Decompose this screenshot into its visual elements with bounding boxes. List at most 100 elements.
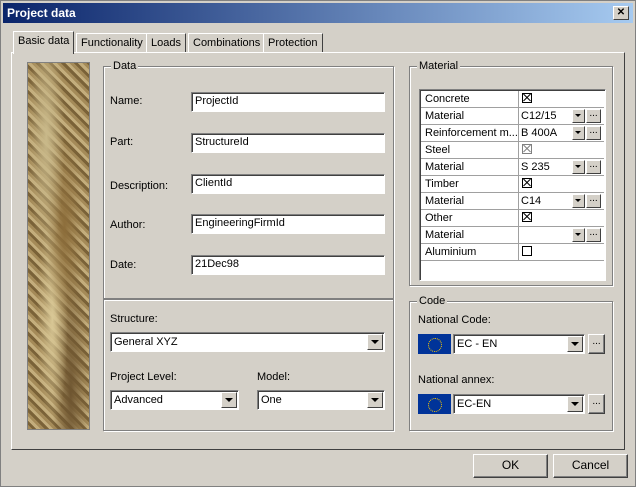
decorative-artwork-image [27, 62, 90, 430]
grid-separator [518, 91, 519, 108]
model-value: One [261, 394, 282, 406]
cancel-button[interactable]: Cancel [553, 454, 628, 478]
description-field[interactable]: ClientId [191, 174, 385, 194]
material-checkbox [522, 144, 532, 154]
material-row-label: Steel [425, 144, 451, 156]
grid-separator [518, 159, 519, 176]
code-group: Code National Code: EC - EN ... National… [409, 295, 613, 431]
tab-protection[interactable]: Protection [263, 33, 323, 53]
national-code-label: National Code: [418, 314, 491, 326]
part-label: Part: [110, 136, 134, 148]
material-browse-button[interactable]: ... [586, 126, 601, 140]
material-browse-button[interactable]: ... [586, 160, 601, 174]
chevron-down-icon[interactable] [367, 334, 383, 350]
material-row-label: Aluminium [425, 246, 477, 258]
chevron-down-icon[interactable] [572, 109, 585, 123]
material-value[interactable]: C14 [521, 195, 541, 207]
chevron-down-icon[interactable] [221, 392, 237, 408]
project-level-value: Advanced [114, 394, 163, 406]
material-browse-button[interactable]: ... [586, 109, 601, 123]
material-row-label: Other [425, 212, 453, 224]
material-grid-row: Material... [421, 227, 604, 244]
chevron-down-icon[interactable] [572, 160, 585, 174]
chevron-down-icon[interactable] [567, 336, 583, 352]
date-field[interactable]: 21Dec98 [191, 255, 385, 275]
grid-separator [518, 244, 519, 261]
grid-separator [518, 108, 519, 125]
national-annex-value: EC-EN [457, 398, 492, 410]
author-field[interactable]: EngineeringFirmId [191, 214, 385, 234]
chevron-down-icon[interactable] [367, 392, 383, 408]
chevron-down-icon[interactable] [572, 228, 585, 242]
grid-separator [518, 210, 519, 227]
title-bar: Project data ✕ [3, 3, 633, 23]
eu-flag-icon [418, 394, 451, 414]
project-data-dialog: Project data ✕ Basic data Functionality … [0, 0, 636, 487]
material-row-label: Concrete [425, 93, 470, 105]
tab-loads[interactable]: Loads [146, 33, 186, 53]
material-grid-row: Aluminium [421, 244, 604, 261]
material-grid: Concrete Material C12/15... Reinforcement m… [419, 89, 606, 281]
material-value[interactable]: C12/15 [521, 110, 556, 122]
material-row-label: Material [425, 195, 465, 207]
material-row-label: Material [425, 110, 465, 122]
code-group-title: Code [417, 295, 448, 307]
material-group: Material Concrete Material C12/15... Reinfo… [409, 60, 613, 286]
basic-data-panel: Data Name: ProjectId Part: StructureId D… [11, 52, 625, 450]
material-grid-row: Concrete [421, 91, 604, 108]
material-row-label: Material [425, 161, 465, 173]
grid-separator [518, 193, 519, 210]
national-code-browse-button[interactable]: ... [588, 334, 605, 354]
model-label: Model: [257, 371, 291, 383]
material-checkbox[interactable] [522, 212, 532, 222]
structure-value: General XYZ [114, 336, 178, 348]
model-select[interactable]: One [257, 390, 385, 410]
material-grid-row: Reinforcement m... B 400A... [421, 125, 604, 142]
name-field[interactable]: ProjectId [191, 92, 385, 112]
grid-separator [518, 176, 519, 193]
national-annex-select[interactable]: EC-EN [453, 394, 585, 414]
grid-separator [518, 142, 519, 159]
material-row-label: Material [425, 229, 465, 241]
ok-button[interactable]: OK [473, 454, 548, 478]
eu-flag-icon [418, 334, 451, 354]
material-grid-row: Material S 235... [421, 159, 604, 176]
material-value[interactable]: B 400A [521, 127, 557, 139]
material-row-label: Timber [425, 178, 459, 190]
national-annex-label: National annex: [418, 374, 495, 386]
structure-select[interactable]: General XYZ [110, 332, 385, 352]
material-grid-row: Steel [421, 142, 604, 159]
chevron-down-icon[interactable] [567, 396, 583, 412]
tab-basic-data[interactable]: Basic data [13, 31, 75, 54]
national-code-value: EC - EN [457, 338, 498, 350]
material-grid-row: Timber [421, 176, 604, 193]
close-icon[interactable]: ✕ [613, 6, 629, 20]
data-group-title: Data [111, 60, 139, 72]
structure-label: Structure: [110, 313, 158, 325]
chevron-down-icon[interactable] [572, 194, 585, 208]
material-checkbox[interactable] [522, 246, 532, 256]
chevron-down-icon[interactable] [572, 126, 585, 140]
material-checkbox[interactable] [522, 93, 532, 103]
material-row-label: Reinforcement m... [425, 127, 517, 139]
material-grid-row: Material C12/15... [421, 108, 604, 125]
national-annex-browse-button[interactable]: ... [588, 394, 605, 414]
tab-functionality[interactable]: Functionality [76, 33, 148, 53]
part-field[interactable]: StructureId [191, 133, 385, 153]
data-group: Data Name: ProjectId Part: StructureId D… [103, 60, 394, 299]
structure-group: Structure: General XYZ Project Level: Ad… [103, 299, 394, 431]
date-label: Date: [110, 259, 137, 271]
project-level-select[interactable]: Advanced [110, 390, 239, 410]
material-browse-button[interactable]: ... [586, 228, 601, 242]
project-level-label: Project Level: [110, 371, 177, 383]
material-checkbox[interactable] [522, 178, 532, 188]
description-label: Description: [110, 180, 169, 192]
window-title: Project data [7, 6, 76, 20]
author-label: Author: [110, 219, 146, 231]
material-grid-row: Other [421, 210, 604, 227]
material-value[interactable]: S 235 [521, 161, 550, 173]
grid-separator [518, 125, 519, 142]
tab-combinations[interactable]: Combinations [188, 33, 266, 53]
national-code-select[interactable]: EC - EN [453, 334, 585, 354]
material-browse-button[interactable]: ... [586, 194, 601, 208]
